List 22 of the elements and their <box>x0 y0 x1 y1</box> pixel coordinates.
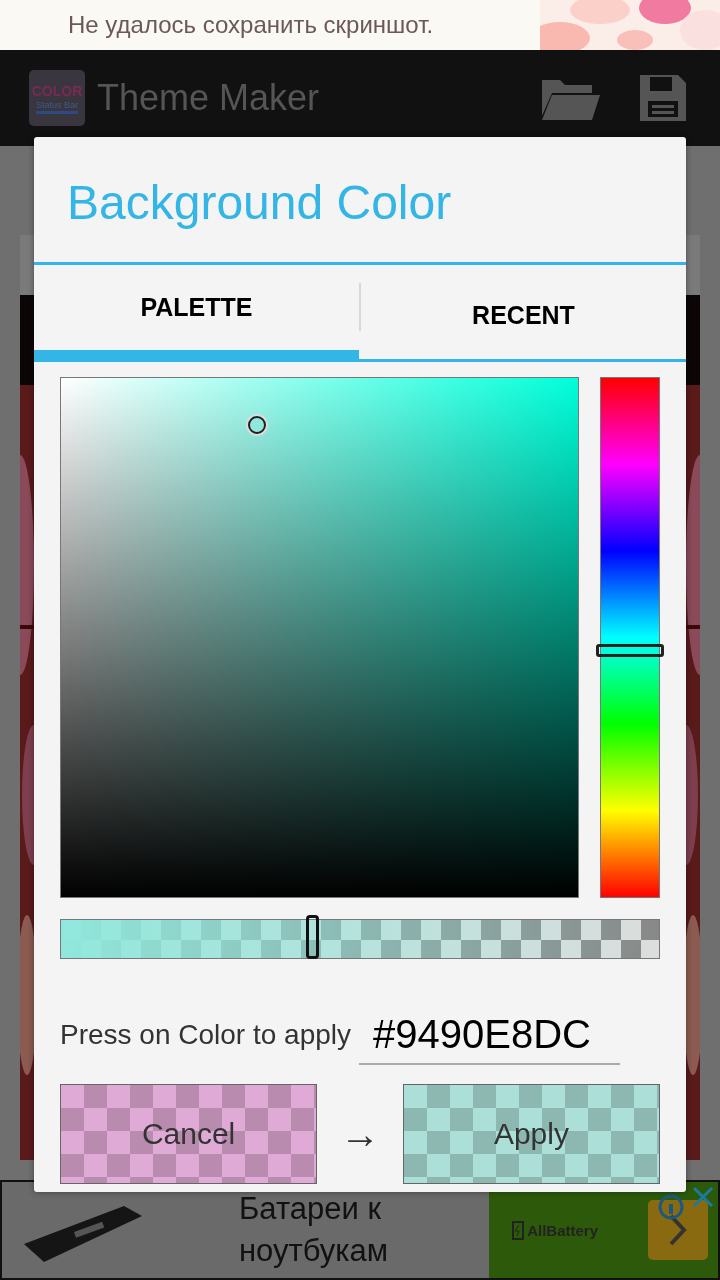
tab[interactable]: RECENT <box>361 265 686 359</box>
notification-text: Не удалось сохранить скриншот. <box>68 11 434 39</box>
tab[interactable]: PALETTE <box>34 265 359 359</box>
alpha-slider-thumb[interactable] <box>306 915 320 959</box>
apply-button[interactable]: Apply <box>402 1084 660 1184</box>
next-button[interactable] <box>648 1200 708 1260</box>
saturation-value-picker[interactable] <box>60 377 579 898</box>
info-icon[interactable] <box>658 1194 684 1220</box>
logo-text: COLOR <box>31 82 83 99</box>
hint-text: Press on Color to apply <box>60 1019 352 1051</box>
cancel-button[interactable]: Cancel <box>60 1084 318 1184</box>
save-icon[interactable] <box>640 75 686 121</box>
chevron-icon <box>668 1213 688 1247</box>
logo-text: Status Bar <box>36 98 78 114</box>
app-title: Theme Maker <box>97 77 321 119</box>
close-icon[interactable] <box>692 1186 714 1208</box>
picker-marker[interactable] <box>248 415 267 434</box>
hue-slider-thumb[interactable] <box>596 643 664 657</box>
arrow-icon: → <box>317 1111 403 1157</box>
hex-color-field[interactable]: #9490E8DC <box>359 1005 621 1065</box>
dialog-title: Background Color <box>34 137 686 265</box>
brand-logo: AllBattery <box>512 1220 598 1240</box>
